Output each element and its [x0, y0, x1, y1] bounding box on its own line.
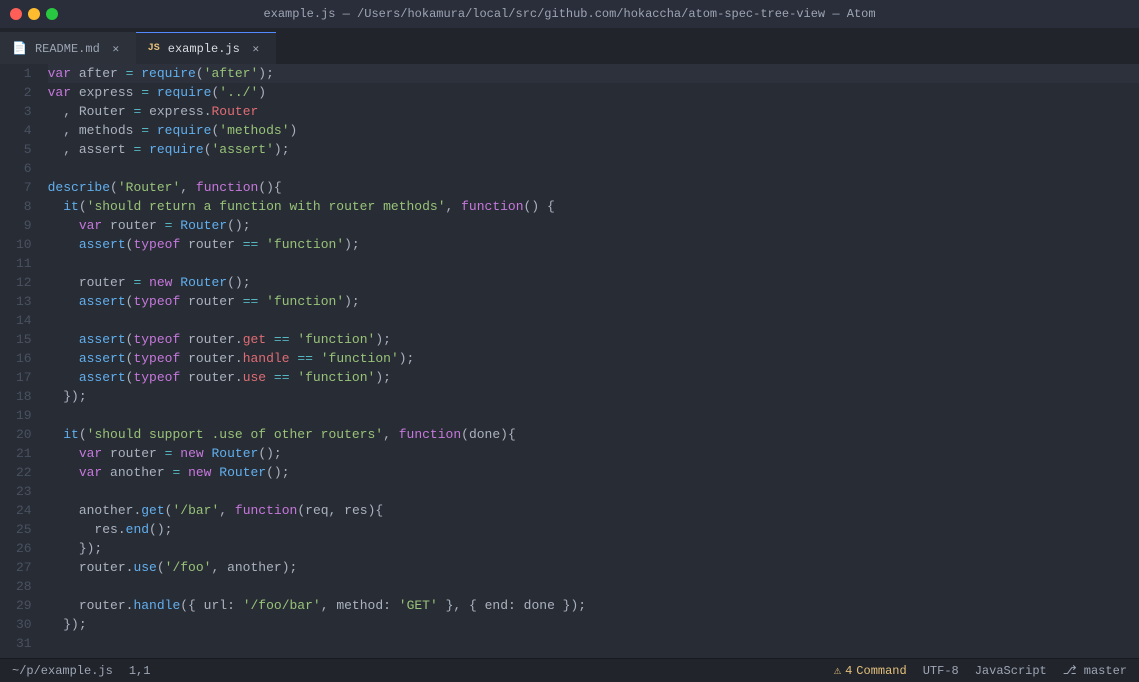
- code-line-1: var after = require('after');: [48, 64, 1139, 83]
- code-line-4: , methods = require('methods'): [48, 121, 1139, 140]
- close-button[interactable]: [10, 8, 22, 20]
- code-line-5: , assert = require('assert');: [48, 140, 1139, 159]
- code-line-6: [48, 159, 1139, 178]
- warning-icon: ⚠: [834, 663, 841, 678]
- readme-icon: 📄: [12, 41, 27, 56]
- code-line-7: describe('Router', function(){: [48, 178, 1139, 197]
- branch-name: master: [1084, 664, 1127, 678]
- code-line-20: it('should support .use of other routers…: [48, 425, 1139, 444]
- code-line-11: [48, 254, 1139, 273]
- code-line-3: , Router = express.Router: [48, 102, 1139, 121]
- code-line-10: assert(typeof router == 'function');: [48, 235, 1139, 254]
- code-line-25: res.end();: [48, 520, 1139, 539]
- tabbar: 📄 README.md ✕ JS example.js ✕: [0, 28, 1139, 64]
- titlebar: example.js — /Users/hokamura/local/src/g…: [0, 0, 1139, 28]
- tab-readme-close[interactable]: ✕: [108, 41, 124, 57]
- warning-count: 4: [845, 664, 852, 678]
- code-line-22: var another = new Router();: [48, 463, 1139, 482]
- code-line-19: [48, 406, 1139, 425]
- code-line-24: another.get('/bar', function(req, res){: [48, 501, 1139, 520]
- statusbar-left: ~/p/example.js 1,1: [12, 664, 150, 678]
- code-line-26: });: [48, 539, 1139, 558]
- tab-readme[interactable]: 📄 README.md ✕: [0, 32, 136, 64]
- filepath: ~/p/example.js: [12, 664, 113, 678]
- minimize-button[interactable]: [28, 8, 40, 20]
- code-line-21: var router = new Router();: [48, 444, 1139, 463]
- branch-indicator[interactable]: ⎇ master: [1063, 663, 1127, 678]
- code-line-17: assert(typeof router.use == 'function');: [48, 368, 1139, 387]
- code-line-16: assert(typeof router.handle == 'function…: [48, 349, 1139, 368]
- warning-label: Command: [856, 664, 906, 678]
- maximize-button[interactable]: [46, 8, 58, 20]
- statusbar: ~/p/example.js 1,1 ⚠ 4 Command UTF-8 Jav…: [0, 658, 1139, 682]
- warning-indicator[interactable]: ⚠ 4 Command: [834, 663, 907, 678]
- editor[interactable]: 12345 678910 1112131415 1617181920 21222…: [0, 64, 1139, 658]
- window-title: example.js — /Users/hokamura/local/src/g…: [263, 7, 875, 21]
- js-icon: JS: [148, 43, 160, 54]
- tab-readme-label: README.md: [35, 42, 100, 56]
- code-line-27: router.use('/foo', another);: [48, 558, 1139, 577]
- code-line-31: [48, 634, 1139, 653]
- tab-example-js[interactable]: JS example.js ✕: [136, 32, 276, 64]
- traffic-lights: [10, 8, 58, 20]
- language[interactable]: JavaScript: [975, 664, 1047, 678]
- code-line-13: assert(typeof router == 'function');: [48, 292, 1139, 311]
- branch-icon: ⎇: [1063, 664, 1077, 678]
- code-line-23: [48, 482, 1139, 501]
- code-line-2: var express = require('../'): [48, 83, 1139, 102]
- code-line-29: router.handle({ url: '/foo/bar', method:…: [48, 596, 1139, 615]
- code-line-18: });: [48, 387, 1139, 406]
- cursor-position: 1,1: [129, 664, 151, 678]
- line-numbers: 12345 678910 1112131415 1617181920 21222…: [0, 64, 44, 658]
- statusbar-right: ⚠ 4 Command UTF-8 JavaScript ⎇ master: [834, 663, 1127, 678]
- encoding[interactable]: UTF-8: [923, 664, 959, 678]
- code-line-9: var router = Router();: [48, 216, 1139, 235]
- code-line-15: assert(typeof router.get == 'function');: [48, 330, 1139, 349]
- code-line-28: [48, 577, 1139, 596]
- code-line-8: it('should return a function with router…: [48, 197, 1139, 216]
- code-line-30: });: [48, 615, 1139, 634]
- tab-examplejs-label: example.js: [168, 42, 240, 56]
- code-line-12: router = new Router();: [48, 273, 1139, 292]
- code-line-14: [48, 311, 1139, 330]
- tab-examplejs-close[interactable]: ✕: [248, 41, 264, 57]
- code-area[interactable]: var after = require('after'); var expres…: [44, 64, 1139, 658]
